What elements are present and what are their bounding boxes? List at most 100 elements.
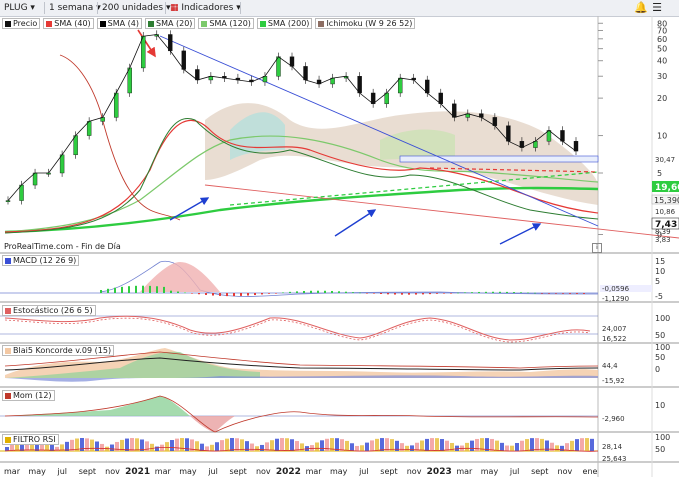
- macd-bar: [450, 293, 452, 294]
- rsi-bar: [315, 442, 319, 451]
- rsi-bar: [350, 443, 354, 451]
- panel-swatch: [5, 347, 11, 354]
- macd-bar: [373, 293, 375, 294]
- macd-bar: [562, 293, 564, 294]
- rsi-bar: [510, 445, 514, 451]
- rsi-bar: [490, 438, 494, 451]
- svg-text:24,007: 24,007: [602, 325, 627, 333]
- macd-bar: [359, 292, 361, 294]
- macd-bar: [541, 293, 543, 294]
- rsi-bar: [495, 440, 499, 451]
- macd-bar: [156, 286, 158, 293]
- macd-bar: [289, 291, 291, 293]
- macd-bar: [261, 293, 263, 295]
- x-axis: mar may jul sept nov 2021 mar may jul sept nov 2022…: [4, 467, 598, 477]
- rsi-bar: [250, 443, 254, 451]
- price-chart[interactable]: 051020304050607080 19,60 15,390 7,43 30,…: [0, 0, 679, 477]
- rsi-bar: [320, 440, 324, 451]
- right-label: 30,47: [655, 156, 675, 164]
- macd-bar: [443, 293, 445, 294]
- candle: [32, 172, 38, 186]
- macd-bar: [338, 291, 340, 293]
- macd-bar: [520, 292, 522, 293]
- rsi-bar: [150, 443, 154, 451]
- rsi-bar: [110, 444, 114, 451]
- svg-text:50: 50: [655, 353, 665, 362]
- macd-bar: [205, 293, 207, 295]
- rsi-bar: [170, 440, 174, 451]
- macd-bar: [254, 293, 256, 296]
- right-label: 3,83: [655, 236, 671, 244]
- badge-text: 19,60: [655, 183, 679, 193]
- macd-title[interactable]: MACD (12 26 9): [2, 255, 80, 266]
- x-tick-label: jul: [358, 467, 369, 476]
- macd-bar: [275, 293, 277, 294]
- y-tick-label: 50: [657, 45, 667, 54]
- svg-text:15: 15: [655, 257, 665, 266]
- rsi-bar: [355, 445, 359, 451]
- x-tick-label: nov: [558, 467, 573, 476]
- rsi-bar: [465, 442, 469, 451]
- x-tick-label: mar: [155, 467, 172, 476]
- svg-text:100: 100: [655, 433, 670, 442]
- rsi-bar: [180, 438, 184, 451]
- macd-bar: [415, 293, 417, 295]
- rsi-bar: [100, 443, 104, 451]
- macd-bar: [282, 292, 284, 294]
- macd-bar: [513, 292, 515, 293]
- rsi-bar: [470, 440, 474, 451]
- rsi-bar: [280, 438, 284, 451]
- macd-bar: [107, 288, 109, 293]
- x-tick-label: 2021: [125, 467, 150, 477]
- rsi-bar: [255, 446, 259, 451]
- right-label: 8,39: [655, 228, 671, 236]
- y-tick-label: 20: [657, 94, 667, 103]
- macd-bar: [247, 293, 249, 296]
- candle: [113, 92, 119, 118]
- macd-bar: [457, 292, 459, 294]
- rsi-bar: [435, 438, 439, 451]
- rsi-bar: [555, 445, 559, 451]
- rsi-bar: [380, 438, 384, 451]
- macd-bar: [429, 293, 431, 295]
- rsi-bar: [520, 440, 524, 451]
- candle: [506, 125, 511, 142]
- macd-bar: [317, 290, 319, 293]
- svg-text:10: 10: [655, 267, 665, 276]
- x-tick-label: jul: [57, 467, 68, 476]
- macd-bar: [310, 290, 312, 293]
- svg-text:-0,0596: -0,0596: [602, 285, 630, 293]
- stochastic-title[interactable]: Estocástico (26 6 5): [2, 305, 96, 316]
- y-tick-label: 5: [657, 169, 662, 178]
- rsi-bar: [365, 442, 369, 451]
- x-tick-label: may: [28, 467, 46, 476]
- info-icon[interactable]: i: [592, 243, 602, 253]
- x-tick-label: ene: [583, 467, 598, 476]
- x-tick-label: may: [179, 467, 197, 476]
- rsi-bar: [165, 442, 169, 451]
- macd-bar: [527, 292, 529, 294]
- y-tick-label: 40: [657, 57, 667, 66]
- rsi-bar: [400, 443, 404, 451]
- macd-bar: [170, 290, 172, 293]
- momentum-title[interactable]: Mom (12): [2, 390, 55, 401]
- macd-bar: [534, 292, 536, 294]
- right-label: 10,86: [655, 208, 676, 216]
- rsi-bar: [135, 438, 139, 451]
- panel-swatch: [5, 436, 11, 443]
- rsi-bar: [425, 438, 429, 451]
- macd-bar: [233, 293, 235, 297]
- rsi-title[interactable]: FILTRO RSI: [2, 434, 59, 445]
- candle: [303, 66, 308, 81]
- svg-text:16,522: 16,522: [602, 335, 627, 343]
- x-tick-label: nov: [407, 467, 422, 476]
- koncorde-title[interactable]: Blai5 Koncorde v.09 (15): [2, 345, 115, 356]
- macd-bar: [345, 291, 347, 293]
- stochastic-panel: 100 50 24,007 16,522: [0, 314, 670, 343]
- candle: [73, 135, 78, 156]
- svg-text:0: 0: [655, 365, 660, 374]
- x-tick-label: nov: [256, 467, 271, 476]
- rsi-bar: [570, 440, 574, 451]
- y-axis: 051020304050607080: [598, 19, 667, 240]
- macd-bar: [163, 286, 165, 293]
